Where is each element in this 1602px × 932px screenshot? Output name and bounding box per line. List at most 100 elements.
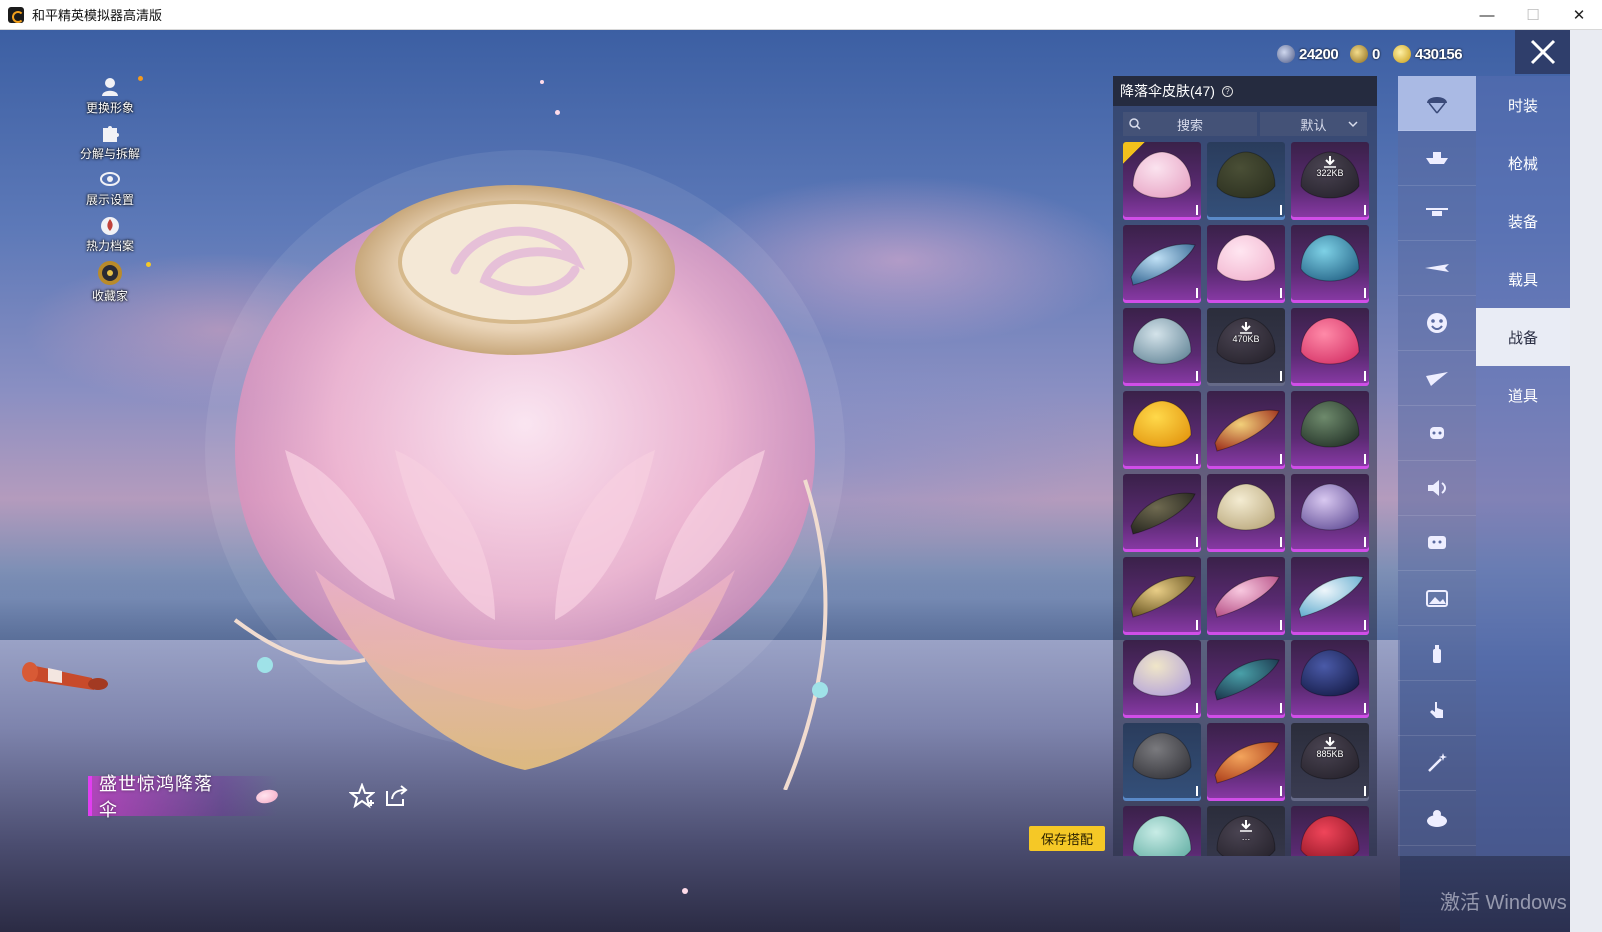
skin-tile[interactable] [1123, 225, 1201, 303]
favorite-button[interactable] [348, 782, 376, 810]
parachute-preview[interactable] [195, 150, 855, 790]
skin-tile[interactable] [1207, 723, 1285, 801]
skin-tile[interactable] [1291, 225, 1369, 303]
count-marker [1196, 205, 1198, 215]
window-edge [1570, 30, 1602, 932]
notification-dot [137, 76, 143, 81]
tab[interactable]: 道具 [1476, 366, 1570, 424]
decompose-button[interactable]: 分解与拆解 [80, 122, 140, 168]
glider-icon [1426, 372, 1448, 386]
download-icon [1324, 156, 1336, 168]
count-marker [1196, 620, 1198, 630]
category-rail [1398, 76, 1476, 856]
tab[interactable]: 载具 [1476, 250, 1570, 308]
tap-icon [1430, 702, 1443, 718]
tab[interactable]: 战备 [1476, 308, 1570, 366]
skin-tile[interactable] [1207, 391, 1285, 469]
skin-tile[interactable]: … [1207, 806, 1285, 856]
search-input[interactable]: 搜索 [1123, 112, 1257, 136]
skin-tile[interactable] [1291, 806, 1369, 856]
rail-item[interactable] [1398, 76, 1476, 131]
parachute-thumbnail [1300, 815, 1360, 856]
rail-item[interactable] [1398, 626, 1476, 681]
heat-archive-button[interactable]: 热力档案 [86, 214, 134, 260]
skin-tile[interactable] [1123, 308, 1201, 386]
tab[interactable]: 枪械 [1476, 134, 1570, 192]
close-window-button[interactable]: ✕ [1556, 0, 1602, 30]
skin-tile[interactable] [1291, 391, 1369, 469]
skin-tile[interactable] [1123, 806, 1201, 856]
skin-tile[interactable] [1123, 640, 1201, 718]
rail-item[interactable] [1398, 296, 1476, 351]
skin-tile[interactable] [1291, 308, 1369, 386]
save-outfit-button[interactable]: 保存搭配 [1029, 826, 1105, 851]
traffic-cone-icon [22, 662, 108, 690]
rail-item[interactable] [1398, 461, 1476, 516]
skin-tile[interactable] [1207, 142, 1285, 220]
skin-tile[interactable] [1123, 391, 1201, 469]
star-icon [349, 783, 375, 809]
drone-icon [1426, 208, 1448, 216]
rail-item[interactable] [1398, 736, 1476, 791]
collector-button[interactable]: 收藏家 [92, 260, 151, 306]
download-icon [1240, 820, 1252, 832]
menu-label: 热力档案 [85, 239, 134, 253]
count-marker [1280, 703, 1282, 713]
download-size: 885KB [1316, 749, 1344, 759]
sort-label: 默认 [1300, 117, 1327, 133]
skin-tile[interactable] [1207, 474, 1285, 552]
rail-item[interactable] [1398, 681, 1476, 736]
robot-icon [1430, 427, 1444, 439]
currency-medal: 0 [1350, 44, 1380, 64]
parachute-thumbnail [1214, 409, 1280, 452]
skin-tile[interactable] [1207, 640, 1285, 718]
activation-watermark: 激活 Windows [1440, 892, 1567, 914]
rail-item[interactable] [1398, 351, 1476, 406]
panel-title: 降落伞皮肤(47) [1120, 83, 1215, 99]
rail-item[interactable] [1398, 131, 1476, 186]
maximize-button[interactable]: ☐ [1510, 0, 1556, 30]
petal-particle [555, 110, 560, 115]
change-avatar-button[interactable]: 更换形象 [86, 76, 143, 122]
rail-item[interactable] [1398, 241, 1476, 296]
rarity-petal-icon [255, 787, 280, 805]
parachute-thumbnail [1216, 234, 1276, 282]
skin-tile[interactable] [1123, 142, 1201, 220]
parachute-icon [1427, 97, 1447, 114]
rail-item[interactable] [1398, 516, 1476, 571]
close-wardrobe-button[interactable] [1515, 30, 1570, 74]
minimize-button[interactable]: — [1464, 0, 1510, 30]
skin-tile[interactable] [1123, 474, 1201, 552]
skin-tile[interactable] [1207, 557, 1285, 635]
skin-tile[interactable] [1291, 474, 1369, 552]
rail-item[interactable] [1398, 406, 1476, 461]
tab[interactable]: 时装 [1476, 76, 1570, 134]
skin-tile[interactable] [1207, 225, 1285, 303]
sort-dropdown[interactable]: 默认 [1260, 112, 1367, 136]
parachute-thumbnail [1300, 317, 1360, 365]
share-button[interactable] [382, 782, 410, 810]
parachute-thumbnail [1214, 658, 1280, 701]
skin-tile[interactable] [1123, 723, 1201, 801]
skin-tile[interactable] [1291, 640, 1369, 718]
currency-gold: 430156 [1393, 44, 1463, 64]
count-marker [1196, 537, 1198, 547]
tab[interactable]: 装备 [1476, 192, 1570, 250]
count-marker [1280, 371, 1282, 381]
skin-tile[interactable] [1291, 557, 1369, 635]
download-size: … [1241, 832, 1251, 842]
display-settings-button[interactable]: 展示设置 [86, 168, 134, 214]
help-icon[interactable]: ? [1221, 85, 1233, 97]
skin-tile[interactable]: 322KB [1291, 142, 1369, 220]
avatar-icon [101, 78, 118, 96]
rail-item[interactable] [1398, 571, 1476, 626]
petal-particle [540, 80, 544, 84]
skin-tile[interactable]: 885KB [1291, 723, 1369, 801]
download-icon [1240, 322, 1252, 334]
app-logo-icon [8, 6, 24, 23]
skin-tile[interactable] [1123, 557, 1201, 635]
notification-dot [145, 262, 151, 267]
skin-tile[interactable]: 470KB [1207, 308, 1285, 386]
rail-item[interactable] [1398, 186, 1476, 241]
rail-item[interactable] [1398, 791, 1476, 846]
